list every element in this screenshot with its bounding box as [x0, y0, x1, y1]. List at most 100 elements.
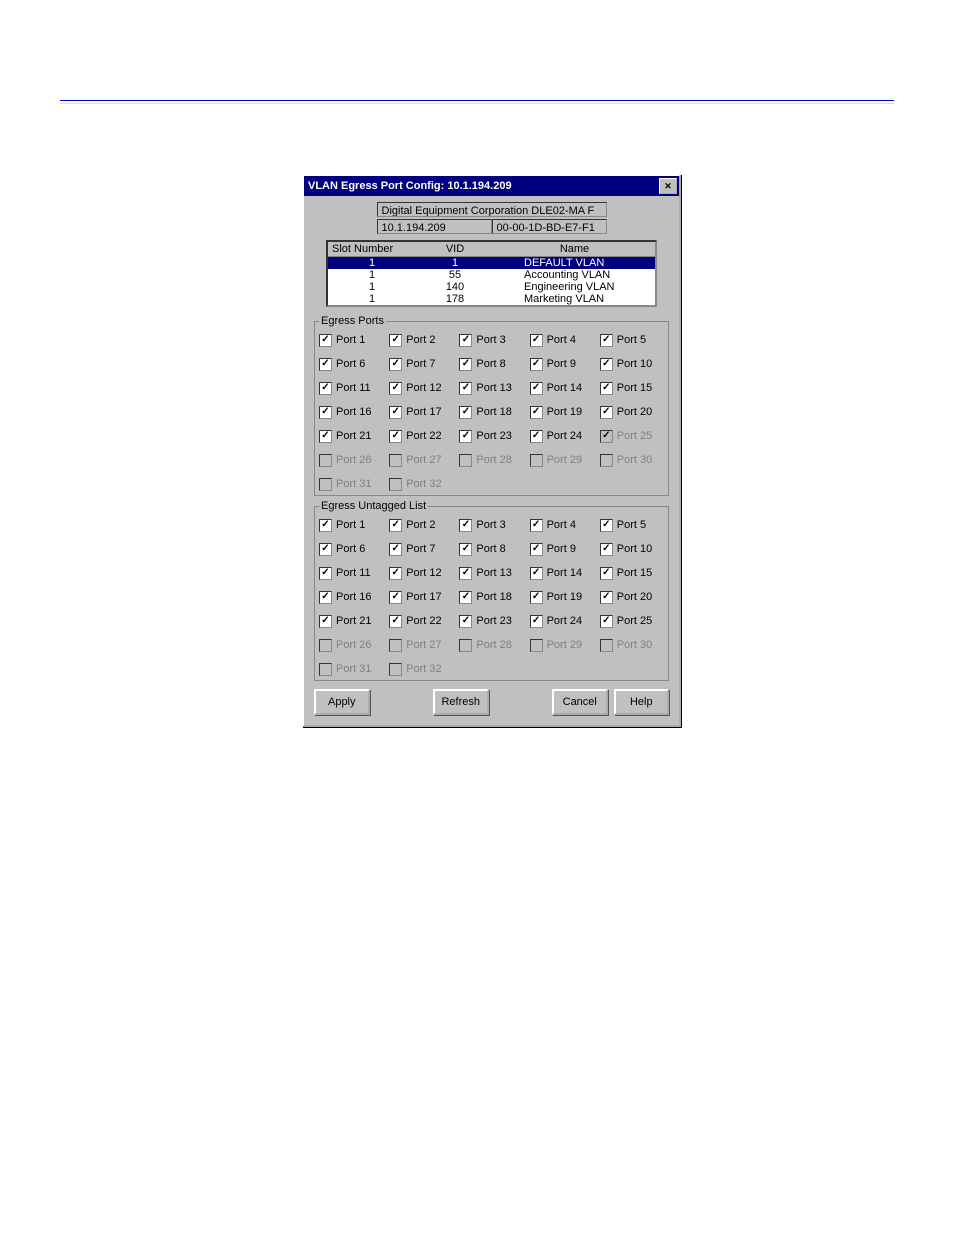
untagged-port-1-checkbox[interactable]: [319, 519, 332, 532]
untagged-port-9-checkbox[interactable]: [530, 543, 543, 556]
untagged-port-24-checkbox[interactable]: [530, 615, 543, 628]
egress-port-8[interactable]: Port 8: [459, 355, 523, 373]
egress-port-15[interactable]: Port 15: [600, 379, 664, 397]
untagged-port-6-checkbox[interactable]: [319, 543, 332, 556]
vlan-row[interactable]: 155Accounting VLAN: [328, 269, 655, 281]
egress-port-5-checkbox[interactable]: [600, 334, 613, 347]
egress-port-8-checkbox[interactable]: [459, 358, 472, 371]
untagged-port-9[interactable]: Port 9: [530, 540, 594, 558]
egress-port-4-checkbox[interactable]: [530, 334, 543, 347]
egress-port-16[interactable]: Port 16: [319, 403, 383, 421]
titlebar[interactable]: VLAN Egress Port Config: 10.1.194.209 ✕: [304, 176, 679, 196]
untagged-port-12-checkbox[interactable]: [389, 567, 402, 580]
untagged-port-3-checkbox[interactable]: [459, 519, 472, 532]
egress-port-12[interactable]: Port 12: [389, 379, 453, 397]
cancel-button[interactable]: Cancel: [552, 689, 608, 715]
egress-port-19-checkbox[interactable]: [530, 406, 543, 419]
untagged-port-21[interactable]: Port 21: [319, 612, 383, 630]
untagged-port-6[interactable]: Port 6: [319, 540, 383, 558]
untagged-port-18-checkbox[interactable]: [459, 591, 472, 604]
help-button[interactable]: Help: [614, 689, 670, 715]
untagged-port-20-checkbox[interactable]: [600, 591, 613, 604]
egress-port-18-checkbox[interactable]: [459, 406, 472, 419]
untagged-port-5[interactable]: Port 5: [600, 516, 664, 534]
egress-port-18[interactable]: Port 18: [459, 403, 523, 421]
egress-port-11[interactable]: Port 11: [319, 379, 383, 397]
untagged-port-19[interactable]: Port 19: [530, 588, 594, 606]
untagged-port-22[interactable]: Port 22: [389, 612, 453, 630]
untagged-port-13[interactable]: Port 13: [459, 564, 523, 582]
untagged-port-8[interactable]: Port 8: [459, 540, 523, 558]
egress-port-15-checkbox[interactable]: [600, 382, 613, 395]
egress-port-23[interactable]: Port 23: [459, 427, 523, 445]
untagged-port-23[interactable]: Port 23: [459, 612, 523, 630]
egress-port-5[interactable]: Port 5: [600, 331, 664, 349]
vlan-list[interactable]: Slot Number VID Name 11DEFAULT VLAN155Ac…: [326, 240, 657, 307]
untagged-port-24[interactable]: Port 24: [530, 612, 594, 630]
egress-port-1[interactable]: Port 1: [319, 331, 383, 349]
egress-port-17[interactable]: Port 17: [389, 403, 453, 421]
untagged-port-18[interactable]: Port 18: [459, 588, 523, 606]
egress-port-20[interactable]: Port 20: [600, 403, 664, 421]
untagged-port-10[interactable]: Port 10: [600, 540, 664, 558]
egress-port-16-checkbox[interactable]: [319, 406, 332, 419]
untagged-port-1[interactable]: Port 1: [319, 516, 383, 534]
refresh-button[interactable]: Refresh: [433, 689, 489, 715]
egress-port-17-checkbox[interactable]: [389, 406, 402, 419]
egress-port-19[interactable]: Port 19: [530, 403, 594, 421]
untagged-port-7[interactable]: Port 7: [389, 540, 453, 558]
close-icon[interactable]: ✕: [659, 178, 677, 194]
untagged-port-4[interactable]: Port 4: [530, 516, 594, 534]
untagged-port-14-checkbox[interactable]: [530, 567, 543, 580]
untagged-port-11[interactable]: Port 11: [319, 564, 383, 582]
egress-port-2[interactable]: Port 2: [389, 331, 453, 349]
egress-port-7-checkbox[interactable]: [389, 358, 402, 371]
egress-port-4[interactable]: Port 4: [530, 331, 594, 349]
untagged-port-13-checkbox[interactable]: [459, 567, 472, 580]
vlan-row[interactable]: 11DEFAULT VLAN: [328, 257, 655, 269]
untagged-port-16-checkbox[interactable]: [319, 591, 332, 604]
egress-port-13-checkbox[interactable]: [459, 382, 472, 395]
vlan-row[interactable]: 1140Engineering VLAN: [328, 281, 655, 293]
untagged-port-19-checkbox[interactable]: [530, 591, 543, 604]
egress-port-14-checkbox[interactable]: [530, 382, 543, 395]
untagged-port-25-checkbox[interactable]: [600, 615, 613, 628]
untagged-port-22-checkbox[interactable]: [389, 615, 402, 628]
egress-port-3[interactable]: Port 3: [459, 331, 523, 349]
untagged-port-15-checkbox[interactable]: [600, 567, 613, 580]
egress-port-21[interactable]: Port 21: [319, 427, 383, 445]
egress-port-20-checkbox[interactable]: [600, 406, 613, 419]
egress-port-10-checkbox[interactable]: [600, 358, 613, 371]
egress-port-21-checkbox[interactable]: [319, 430, 332, 443]
egress-port-11-checkbox[interactable]: [319, 382, 332, 395]
untagged-port-7-checkbox[interactable]: [389, 543, 402, 556]
untagged-port-4-checkbox[interactable]: [530, 519, 543, 532]
untagged-port-25[interactable]: Port 25: [600, 612, 664, 630]
egress-port-22-checkbox[interactable]: [389, 430, 402, 443]
egress-port-9-checkbox[interactable]: [530, 358, 543, 371]
untagged-port-10-checkbox[interactable]: [600, 543, 613, 556]
egress-port-6-checkbox[interactable]: [319, 358, 332, 371]
egress-port-23-checkbox[interactable]: [459, 430, 472, 443]
untagged-port-17-checkbox[interactable]: [389, 591, 402, 604]
egress-port-14[interactable]: Port 14: [530, 379, 594, 397]
egress-port-24-checkbox[interactable]: [530, 430, 543, 443]
untagged-port-23-checkbox[interactable]: [459, 615, 472, 628]
egress-port-13[interactable]: Port 13: [459, 379, 523, 397]
untagged-port-11-checkbox[interactable]: [319, 567, 332, 580]
apply-button[interactable]: Apply: [314, 689, 370, 715]
egress-port-9[interactable]: Port 9: [530, 355, 594, 373]
untagged-port-14[interactable]: Port 14: [530, 564, 594, 582]
untagged-port-2-checkbox[interactable]: [389, 519, 402, 532]
untagged-port-16[interactable]: Port 16: [319, 588, 383, 606]
egress-port-1-checkbox[interactable]: [319, 334, 332, 347]
untagged-port-20[interactable]: Port 20: [600, 588, 664, 606]
egress-port-6[interactable]: Port 6: [319, 355, 383, 373]
egress-port-7[interactable]: Port 7: [389, 355, 453, 373]
egress-port-3-checkbox[interactable]: [459, 334, 472, 347]
untagged-port-2[interactable]: Port 2: [389, 516, 453, 534]
egress-port-12-checkbox[interactable]: [389, 382, 402, 395]
untagged-port-12[interactable]: Port 12: [389, 564, 453, 582]
untagged-port-8-checkbox[interactable]: [459, 543, 472, 556]
untagged-port-17[interactable]: Port 17: [389, 588, 453, 606]
